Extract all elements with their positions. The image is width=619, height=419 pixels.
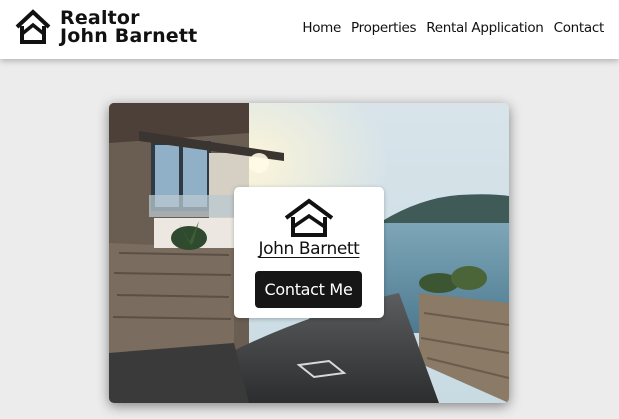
main-nav: Home Properties Rental Application Conta… <box>302 20 604 36</box>
nav-properties[interactable]: Properties <box>351 20 417 36</box>
house-icon <box>15 9 51 44</box>
site-header: Realtor John Barnett Home Properties Ren… <box>0 0 619 59</box>
logo-text: Realtor John Barnett <box>60 9 198 47</box>
agent-card: John Barnett Contact Me <box>234 187 384 318</box>
nav-contact[interactable]: Contact <box>554 20 605 36</box>
logo-line-2: John Barnett <box>60 25 198 47</box>
house-icon <box>284 198 334 237</box>
nav-home[interactable]: Home <box>302 20 341 36</box>
site-logo[interactable]: Realtor John Barnett <box>14 8 197 46</box>
agent-name[interactable]: John Barnett <box>234 239 384 259</box>
nav-rental-application[interactable]: Rental Application <box>426 20 544 36</box>
contact-me-button[interactable]: Contact Me <box>255 271 362 308</box>
